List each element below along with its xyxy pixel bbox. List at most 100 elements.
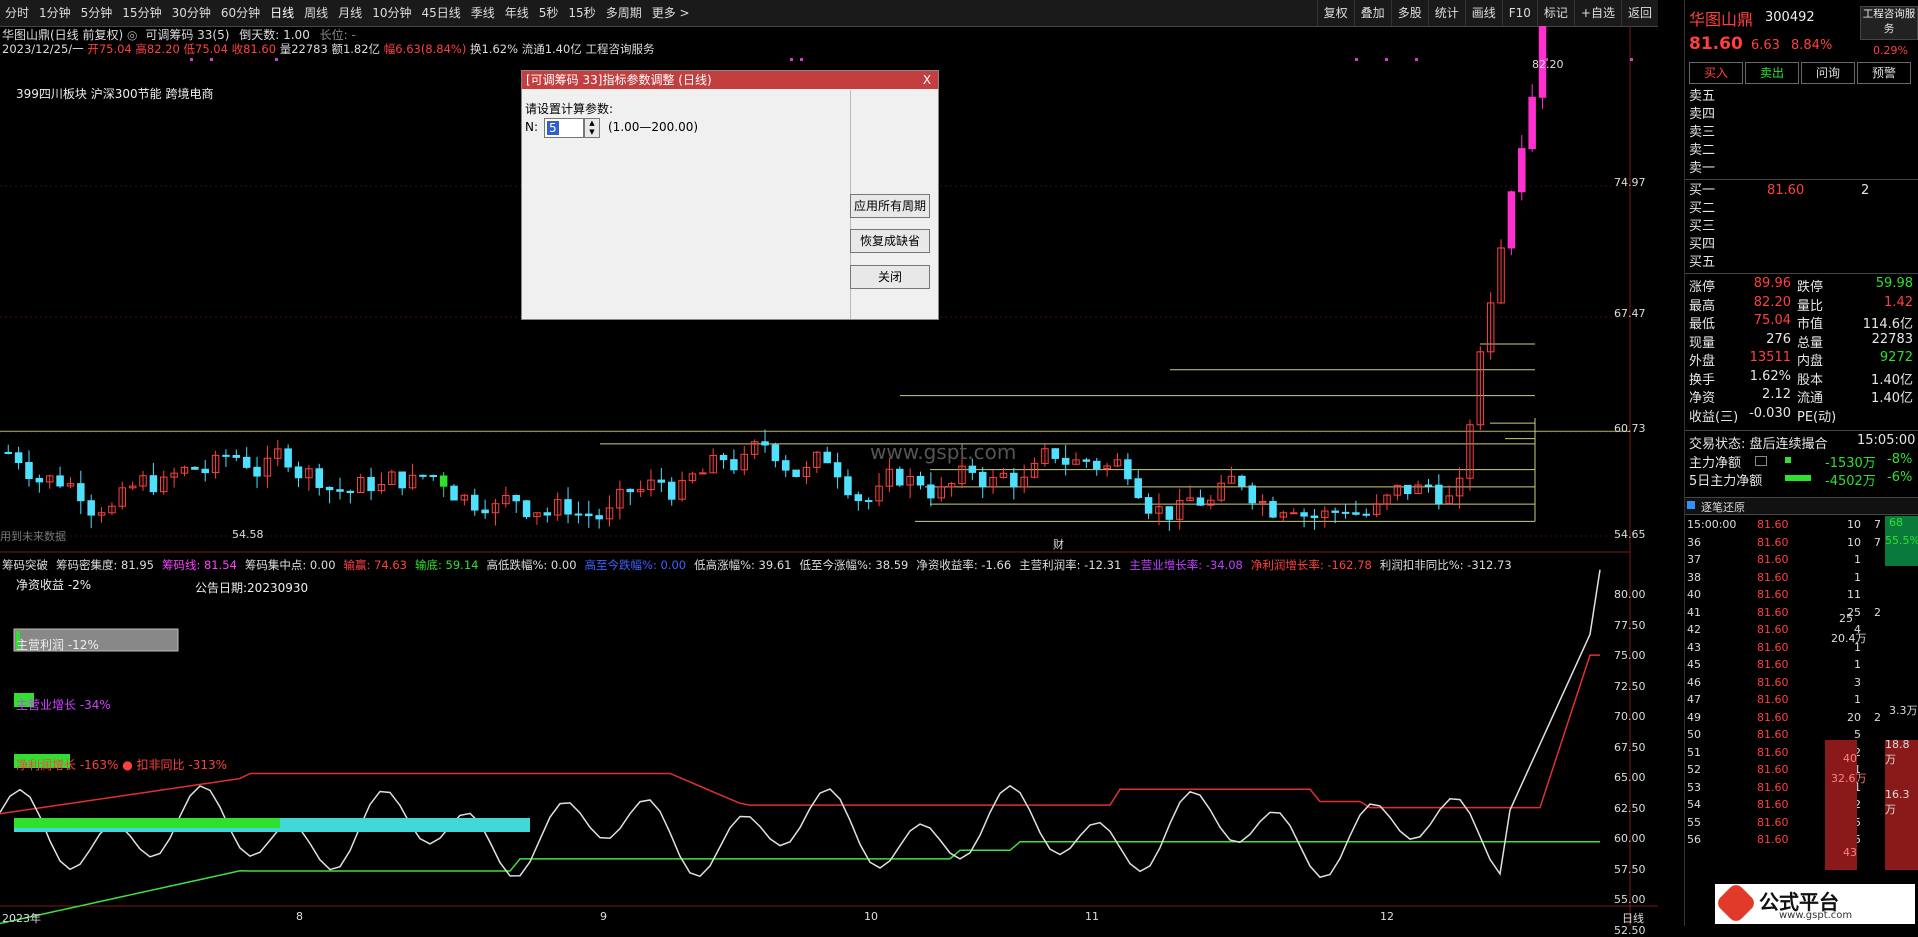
tick-row: 52 81.60 1: [1685, 761, 1905, 779]
axis-tick-indicator: 75.00: [1614, 649, 1646, 662]
candle-body: [792, 469, 800, 478]
indicator-name[interactable]: 可调筹码 33(5): [145, 28, 229, 42]
axis-tick-indicator: 65.00: [1614, 771, 1646, 784]
stat-value: 9272: [1879, 350, 1913, 365]
tick-v: 1: [1854, 693, 1861, 706]
tool-add-watch[interactable]: +自选: [1573, 0, 1621, 26]
indicator-value: 输底: 59.14: [415, 558, 479, 572]
inquiry-button[interactable]: 问询: [1801, 62, 1855, 84]
candle-body: [1507, 191, 1516, 249]
peak-label: 82.20: [1532, 58, 1564, 71]
period-monthly[interactable]: 月线: [333, 0, 367, 26]
chart-tools: 复权 叠加 多股 统计 画线 F10 标记 +自选 返回: [1316, 0, 1658, 26]
tick-t: 41: [1687, 605, 1701, 619]
indicator-value: 主营利润率: -12.31: [1019, 558, 1122, 572]
stat-value: 13511: [1749, 350, 1791, 365]
period-5min[interactable]: 5分钟: [76, 0, 118, 26]
tool-back[interactable]: 返回: [1620, 0, 1658, 26]
period-1min[interactable]: 1分钟: [34, 0, 76, 26]
candle-body: [1518, 148, 1526, 193]
indicator-dropdown-icon[interactable]: ◎: [127, 28, 137, 42]
stat-value: 59.98: [1875, 276, 1913, 291]
tool-overlay[interactable]: 叠加: [1353, 0, 1391, 26]
stat-value: 82.20: [1753, 294, 1791, 310]
period-10min[interactable]: 10分钟: [367, 0, 416, 26]
period-more[interactable]: 更多 >: [647, 0, 695, 26]
tool-mark[interactable]: 标记: [1536, 0, 1574, 26]
bid-label: 买二: [1689, 201, 1716, 216]
param-n-input[interactable]: 5: [544, 118, 584, 138]
candle-body: [1424, 484, 1433, 487]
tick-p: 81.60: [1757, 763, 1789, 776]
tool-draw[interactable]: 画线: [1464, 0, 1502, 26]
signal-dot: [210, 58, 213, 61]
tool-f10[interactable]: F10: [1501, 0, 1537, 26]
finance-marker[interactable]: 财: [1053, 536, 1064, 552]
tool-stats[interactable]: 统计: [1427, 0, 1465, 26]
tick-v: 20: [1847, 710, 1861, 724]
candle-body: [864, 500, 873, 503]
candle-body: [782, 460, 790, 471]
tool-fuquan[interactable]: 复权: [1316, 0, 1354, 26]
restore-default-button[interactable]: 恢复成缺省: [850, 229, 930, 253]
stat-label: 股本: [1797, 372, 1824, 388]
candle-body: [1196, 497, 1205, 506]
tick-t: 52: [1687, 763, 1701, 776]
indicator-line-green: [0, 841, 1600, 925]
signal-dot: [1415, 58, 1418, 61]
quote-volume: 量22783: [279, 42, 328, 56]
logo-url: www.gspt.com: [1779, 910, 1853, 921]
trade-time: 15:05:00: [1857, 433, 1916, 448]
tick-p: 81.60: [1757, 745, 1789, 759]
buy-button[interactable]: 买入: [1689, 62, 1743, 84]
main5-net-pct: -6%: [1887, 470, 1913, 485]
tick-p: 81.60: [1757, 640, 1789, 654]
period-15min[interactable]: 15分钟: [117, 0, 166, 26]
candle-body: [1093, 460, 1101, 470]
tick-p: 81.60: [1757, 535, 1789, 549]
candle-body: [522, 500, 531, 518]
param-n-value[interactable]: 5: [547, 121, 559, 135]
period-weekly[interactable]: 周线: [299, 0, 333, 26]
param-n-stepper[interactable]: ▲ ▼: [584, 118, 600, 138]
candle-body: [191, 466, 199, 470]
period-15sec[interactable]: 15秒: [563, 0, 600, 26]
alert-button[interactable]: 预警: [1857, 62, 1911, 84]
sell-button[interactable]: 卖出: [1745, 62, 1799, 84]
stat-value: 89.96: [1753, 276, 1791, 291]
period-quarter[interactable]: 季线: [466, 0, 500, 26]
close-icon[interactable]: X: [918, 71, 936, 89]
tool-multistock[interactable]: 多股: [1390, 0, 1428, 26]
param-n-range: (1.00—200.00): [608, 120, 699, 134]
tick-t: 49: [1687, 710, 1701, 724]
main5-net-value: -4502万: [1825, 474, 1876, 489]
dialog-titlebar[interactable]: [可调筹码 33]指标参数调整 (日线): [522, 71, 938, 89]
candle-body: [1362, 513, 1371, 516]
industry-button[interactable]: 工程咨询服务: [1860, 6, 1918, 40]
param-dialog[interactable]: [可调筹码 33]指标参数调整 (日线) X 请设置计算参数: N: 5 ▲ ▼ …: [521, 70, 939, 320]
tick-t: 15:00:00: [1687, 518, 1737, 531]
period-45day[interactable]: 45日线: [416, 0, 465, 26]
candle-body: [253, 466, 261, 477]
period-minute[interactable]: 分时: [0, 0, 34, 26]
main-net-value: -1530万: [1825, 456, 1876, 471]
candle-body: [1144, 497, 1153, 514]
period-daily[interactable]: 日线: [265, 0, 299, 26]
period-multi[interactable]: 多周期: [601, 0, 647, 26]
period-30min[interactable]: 30分钟: [167, 0, 216, 26]
period-5sec[interactable]: 5秒: [534, 0, 564, 26]
apply-all-periods-button[interactable]: 应用所有周期: [850, 194, 930, 218]
period-year[interactable]: 年线: [500, 0, 534, 26]
quote-high: 高82.20: [135, 42, 180, 56]
indicator-value: 输赢: 74.63: [343, 558, 407, 572]
stat-value: 1.40亿: [1871, 372, 1913, 388]
tick-list[interactable]: 15:00:00 81.60 10 7 36 81.60 10 7 37 81.60 1 38 81.6…: [1685, 516, 1918, 926]
close-button[interactable]: 关闭: [850, 265, 930, 289]
tick-t: 36: [1687, 535, 1701, 549]
period-60min[interactable]: 60分钟: [216, 0, 265, 26]
stat-value: 22783: [1871, 331, 1913, 347]
candle-body: [77, 483, 85, 502]
candle-body: [1269, 501, 1277, 518]
tick-tab[interactable]: 逐笔还原: [1685, 497, 1918, 515]
block-tags[interactable]: 399四川板块 沪深300节能 跨境电商: [16, 85, 213, 102]
